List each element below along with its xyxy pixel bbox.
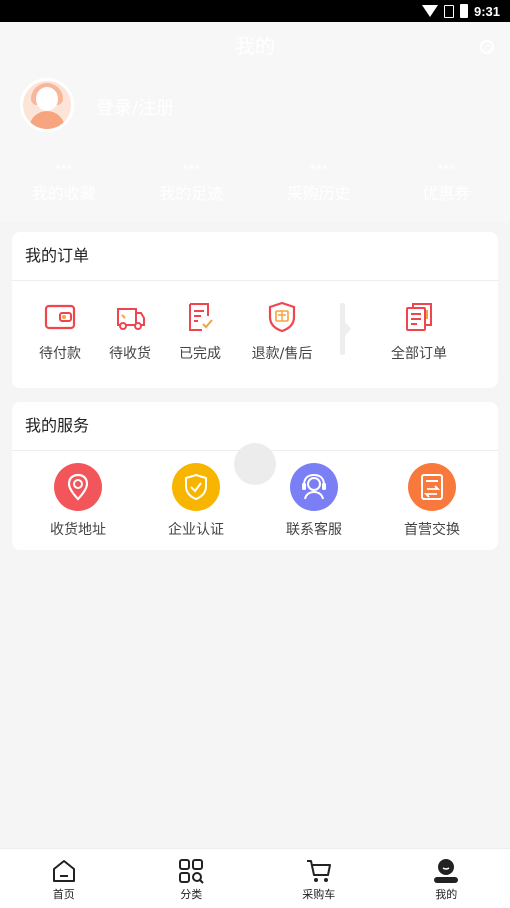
order-all[interactable]: 全部订单 <box>384 301 454 363</box>
nav-profile[interactable]: 我的 <box>383 849 510 908</box>
settings-icon[interactable] <box>480 40 494 54</box>
status-bar: 9:31 <box>0 0 510 22</box>
home-icon <box>51 858 77 884</box>
wifi-icon <box>421 5 438 17</box>
sim-icon <box>443 4 454 18</box>
nav-label: 分类 <box>180 888 203 901</box>
service-label: 收货地址 <box>50 522 106 538</box>
orders-row: 待付款 待收货 已完成 退款/售后 全部订单 <box>12 281 498 387</box>
orders-title: 我的订单 <box>12 232 498 281</box>
service-contact-support[interactable]: 联系客服 <box>269 463 359 539</box>
order-list-icon <box>403 301 435 333</box>
stat-label: 我的收藏 <box>31 184 96 203</box>
nav-label: 首页 <box>52 888 75 901</box>
service-first-operation-exchange[interactable]: 首营交换 <box>387 463 477 539</box>
orders-card: 我的订单 待付款 待收货 已完成 退款/售后 全部订单 <box>12 232 498 388</box>
stat-favorites[interactable]: *** 我的收藏 <box>0 162 128 204</box>
order-label: 待付款 <box>39 346 81 362</box>
headset-icon <box>290 463 338 511</box>
shield-after-sale-icon <box>266 301 298 333</box>
order-label: 退款/售后 <box>251 346 313 362</box>
service-label: 首营交换 <box>404 522 460 538</box>
page-title: 我的 <box>235 34 275 58</box>
service-shipping-address[interactable]: 收货地址 <box>33 463 123 539</box>
service-label: 企业认证 <box>168 522 224 538</box>
order-label: 待收货 <box>109 346 151 362</box>
location-pin-icon <box>54 463 102 511</box>
battery-icon <box>459 4 468 18</box>
status-time: 9:31 <box>473 3 500 19</box>
stat-coupons[interactable]: *** 优惠券 <box>383 162 510 204</box>
nav-cart[interactable]: 采购车 <box>255 849 383 908</box>
stat-label: 我的足迹 <box>159 184 224 203</box>
floating-touch-indicator <box>234 443 276 485</box>
stat-purchase-history[interactable]: *** 采购历史 <box>255 162 383 204</box>
login-register-link[interactable]: 登录/注册 <box>96 94 174 120</box>
stat-footprints[interactable]: *** 我的足迹 <box>128 162 256 204</box>
checked-doc-icon <box>184 301 216 333</box>
exchange-doc-icon <box>408 463 456 511</box>
avatar[interactable] <box>20 78 74 132</box>
stat-label: 采购历史 <box>286 184 351 203</box>
stat-count: *** <box>437 162 456 176</box>
order-pending-receipt[interactable]: 待收货 <box>95 301 165 363</box>
stat-count: *** <box>182 162 201 176</box>
nav-label: 我的 <box>435 888 458 901</box>
profile-header: 我的 登录/注册 *** 我的收藏 *** 我的足迹 *** 采购历史 *** … <box>0 22 510 222</box>
nav-home[interactable]: 首页 <box>0 849 128 908</box>
wallet-icon <box>44 301 76 333</box>
bottom-nav: 首页 分类 采购车 我的 <box>0 848 510 908</box>
nav-label: 采购车 <box>302 888 336 901</box>
order-completed[interactable]: 已完成 <box>165 301 235 363</box>
order-refund-after-sale[interactable]: 退款/售后 <box>246 301 318 363</box>
stat-count: *** <box>54 162 73 176</box>
stat-count: *** <box>309 162 328 176</box>
orders-divider <box>340 303 351 355</box>
profile-icon <box>433 858 459 884</box>
service-label: 联系客服 <box>286 522 342 538</box>
shield-check-icon <box>172 463 220 511</box>
service-enterprise-verify[interactable]: 企业认证 <box>151 463 241 539</box>
stat-label: 优惠券 <box>422 184 471 203</box>
category-icon <box>178 858 204 884</box>
cart-icon <box>306 858 332 884</box>
order-label: 全部订单 <box>391 346 447 362</box>
stats-row: *** 我的收藏 *** 我的足迹 *** 采购历史 *** 优惠券 <box>0 162 510 204</box>
order-label: 已完成 <box>179 346 221 362</box>
truck-icon <box>114 301 146 333</box>
nav-category[interactable]: 分类 <box>128 849 256 908</box>
order-pending-payment[interactable]: 待付款 <box>25 301 95 363</box>
